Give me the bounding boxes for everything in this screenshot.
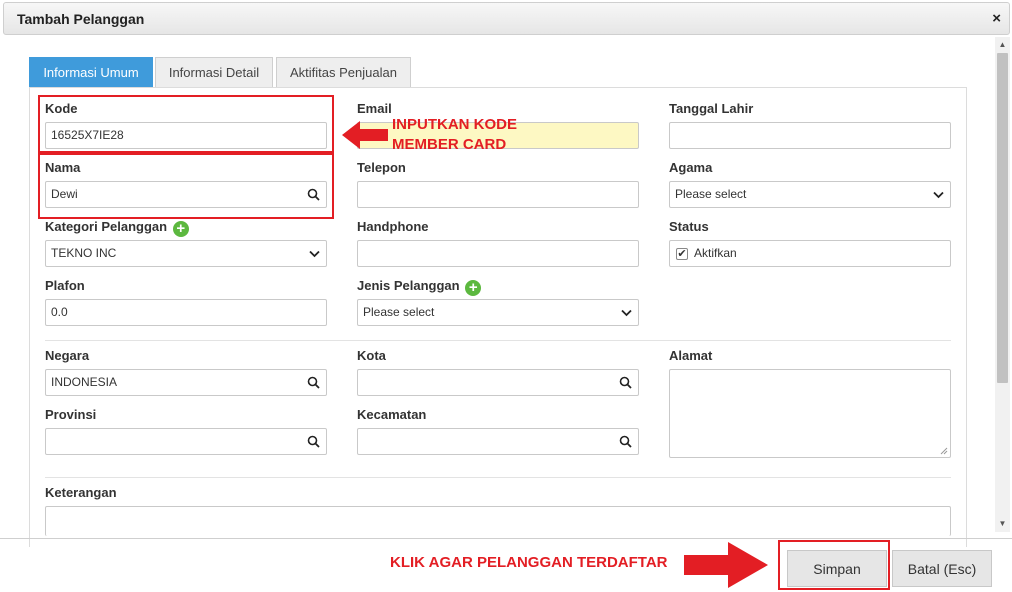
batal-button[interactable]: Batal (Esc) — [892, 550, 992, 587]
aktifkan-checkbox[interactable]: ✔ — [676, 248, 688, 260]
kategori-value: TEKNO INC — [51, 246, 117, 260]
telepon-input[interactable] — [357, 181, 639, 208]
arrow-left-icon — [342, 121, 388, 149]
chevron-down-icon — [309, 241, 320, 266]
chevron-down-icon — [933, 182, 944, 207]
chevron-down-icon — [621, 300, 632, 325]
tanggal-lahir-label: Tanggal Lahir — [669, 101, 754, 116]
aktifkan-label: Aktifkan — [694, 246, 737, 260]
footer-divider — [0, 538, 1012, 539]
kecamatan-label: Kecamatan — [357, 407, 427, 422]
jenis-select[interactable]: Please select — [357, 299, 639, 326]
tab-informasi-detail[interactable]: Informasi Detail — [155, 57, 273, 87]
vertical-scrollbar[interactable]: ▲ ▼ — [995, 37, 1010, 532]
dialog-title: Tambah Pelanggan — [17, 11, 145, 27]
jenis-label: Jenis Pelanggan + — [357, 278, 482, 296]
jenis-label-text: Jenis Pelanggan — [357, 278, 460, 293]
kode-annotation: INPUTKAN KODE MEMBER CARD — [392, 115, 517, 155]
alamat-label: Alamat — [669, 348, 713, 363]
simpan-annotation: KLIK AGAR PELANGGAN TERDAFTAR — [390, 554, 668, 571]
search-icon[interactable] — [307, 429, 320, 454]
nama-highlight-box — [38, 153, 334, 219]
email-label: Email — [357, 101, 392, 116]
plafon-input[interactable]: 0.0 — [45, 299, 327, 326]
kode-highlight-box — [38, 95, 334, 153]
provinsi-input[interactable] — [45, 428, 327, 455]
scroll-up-icon[interactable]: ▲ — [995, 40, 1010, 49]
tab-aktifitas-penjualan[interactable]: Aktifitas Penjualan — [276, 57, 411, 87]
provinsi-label: Provinsi — [45, 407, 97, 422]
kategori-label-text: Kategori Pelanggan — [45, 219, 168, 234]
jenis-value: Please select — [363, 305, 435, 319]
alamat-textarea[interactable] — [669, 369, 951, 458]
handphone-label: Handphone — [357, 219, 429, 234]
kecamatan-input[interactable] — [357, 428, 639, 455]
agama-select[interactable]: Please select — [669, 181, 951, 208]
agama-value: Please select — [675, 187, 747, 201]
keterangan-textarea[interactable] — [45, 506, 951, 536]
negara-value: INDONESIA — [51, 375, 118, 389]
tanggal-lahir-input[interactable] — [669, 122, 951, 149]
negara-input[interactable]: INDONESIA — [45, 369, 327, 396]
status-label: Status — [669, 219, 709, 234]
kategori-label: Kategori Pelanggan + — [45, 219, 189, 237]
status-field: ✔ Aktifkan — [669, 240, 951, 267]
search-icon[interactable] — [619, 429, 632, 454]
handphone-input[interactable] — [357, 240, 639, 267]
negara-label: Negara — [45, 348, 90, 363]
tab-informasi-umum[interactable]: Informasi Umum — [29, 57, 153, 87]
kota-input[interactable] — [357, 369, 639, 396]
search-icon[interactable] — [307, 370, 320, 395]
simpan-highlight-box — [778, 540, 890, 590]
plafon-label: Plafon — [45, 278, 85, 293]
search-icon[interactable] — [619, 370, 632, 395]
resize-handle-icon[interactable] — [940, 447, 948, 455]
telepon-label: Telepon — [357, 160, 406, 175]
scrollbar-thumb[interactable] — [997, 53, 1008, 383]
plafon-value: 0.0 — [51, 305, 68, 319]
arrow-right-icon — [684, 542, 768, 588]
section-divider — [45, 340, 951, 341]
kode-annotation-line2: MEMBER CARD — [392, 136, 507, 153]
section-divider — [45, 477, 951, 478]
agama-label: Agama — [669, 160, 713, 175]
keterangan-label: Keterangan — [45, 485, 117, 500]
kategori-select[interactable]: TEKNO INC — [45, 240, 327, 267]
add-kategori-icon[interactable]: + — [172, 221, 189, 237]
kode-annotation-line1: INPUTKAN KODE — [392, 116, 518, 133]
kota-label: Kota — [357, 348, 386, 363]
add-jenis-icon[interactable]: + — [465, 280, 482, 296]
close-icon[interactable]: × — [992, 10, 1001, 27]
dialog-title-bar: Tambah Pelanggan × — [3, 2, 1010, 35]
scroll-down-icon[interactable]: ▼ — [995, 519, 1010, 528]
